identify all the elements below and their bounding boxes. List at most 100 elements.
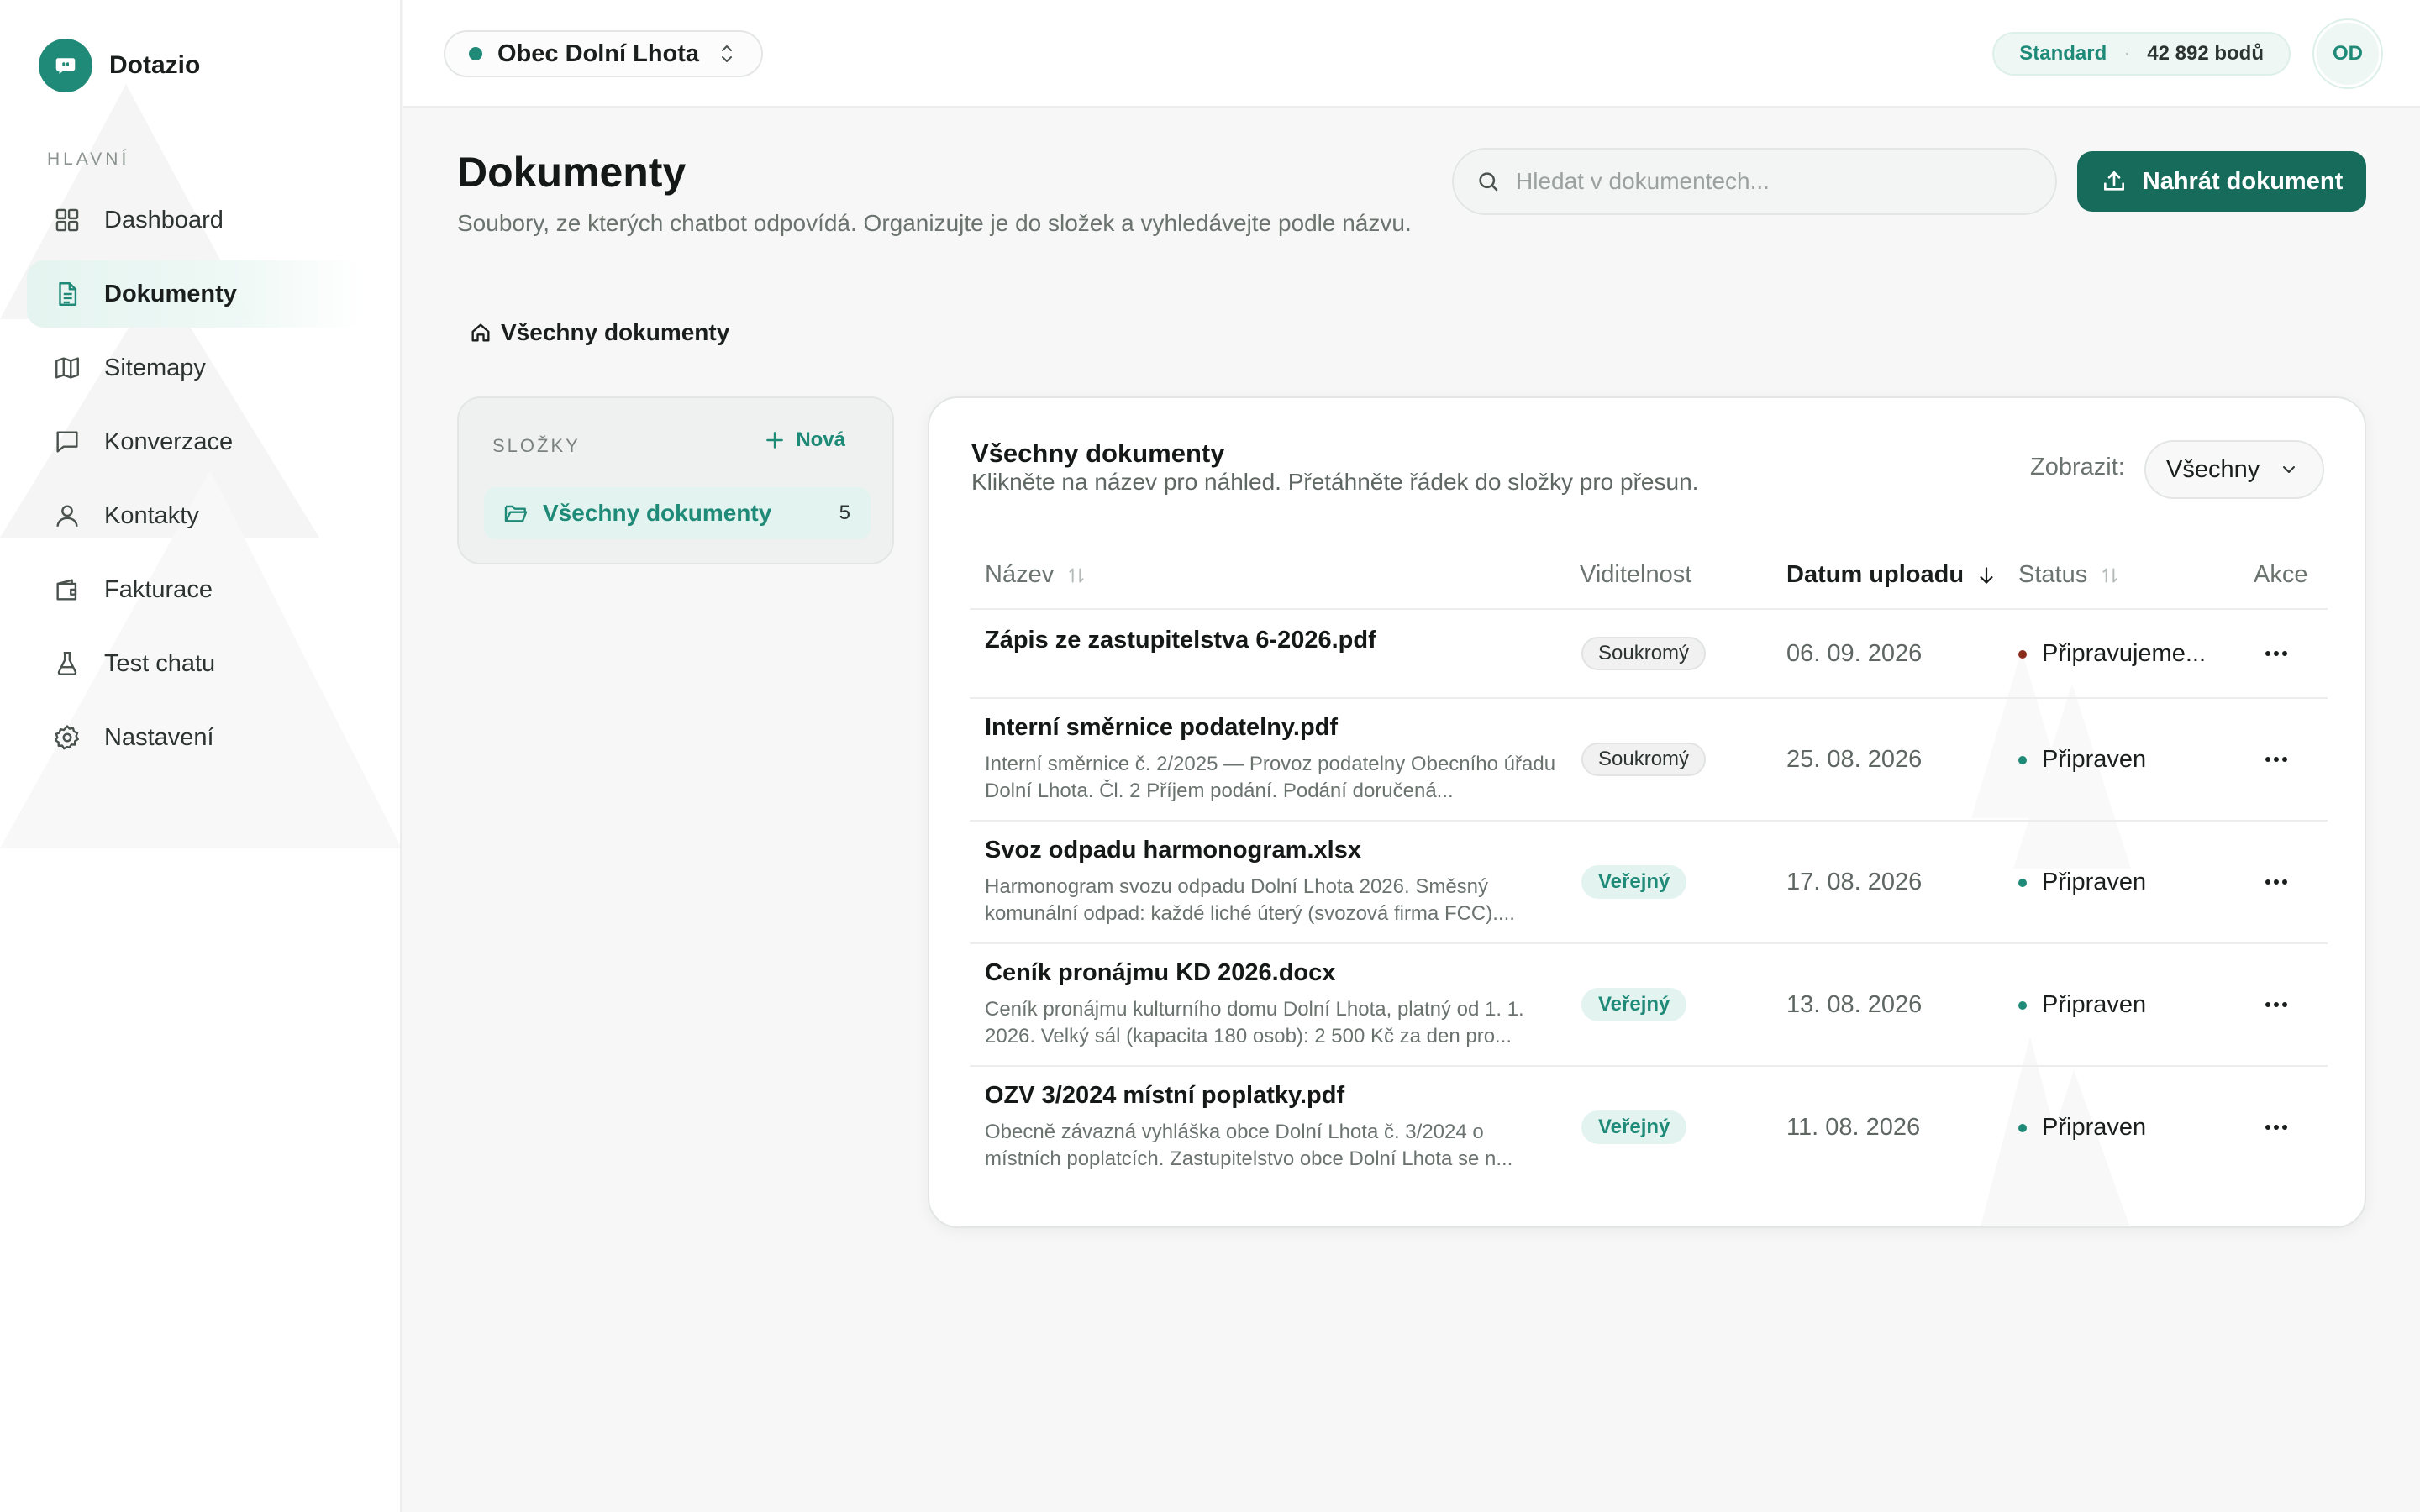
documents-title: Všechny dokumenty (971, 438, 1225, 468)
user-icon (52, 501, 82, 531)
organization-switcher[interactable]: Obec Dolní Lhota (444, 30, 764, 77)
table-row[interactable]: OZV 3/2024 místní poplatky.pdf Obecně zá… (970, 1065, 2328, 1188)
table-row[interactable]: Svoz odpadu harmonogram.xlsx Harmonogram… (970, 820, 2328, 942)
search-icon (1476, 169, 1501, 194)
document-name[interactable]: Interní směrnice podatelny.pdf (985, 714, 1338, 742)
more-actions-button[interactable] (2255, 744, 2297, 774)
avatar[interactable]: OD (2314, 20, 2381, 87)
sidebar-item-label: Sitemapy (104, 354, 206, 381)
visibility-badge: Veřejný (1581, 865, 1687, 899)
organization-status-dot (469, 47, 482, 60)
more-actions-button[interactable] (2255, 990, 2297, 1020)
folder-count: 5 (839, 501, 850, 524)
column-label: Status (2018, 561, 2088, 588)
column-header-visibility: Viditelnost (1580, 561, 1691, 589)
sidebar-item-documents[interactable]: Dokumenty (27, 260, 363, 328)
upload-date: 06. 09. 2026 (1786, 640, 1923, 667)
documents-subtitle: Klikněte na název pro náhled. Přetáhněte… (971, 469, 1699, 495)
table-row[interactable]: Interní směrnice podatelny.pdf Interní s… (970, 697, 2328, 820)
sidebar-item-billing[interactable]: Fakturace (27, 556, 363, 623)
view-filter-select[interactable]: Všechny (2144, 440, 2324, 499)
sidebar-item-contacts[interactable]: Kontakty (27, 482, 363, 549)
sidebar-nav: Dashboard Dokumenty Sitemapy Konverzace … (27, 186, 363, 778)
nav-section-label: HLAVNÍ (47, 150, 130, 169)
document-name[interactable]: OZV 3/2024 místní poplatky.pdf (985, 1082, 1344, 1110)
view-filter-label: Zobrazit: (2030, 454, 2125, 480)
sidebar-item-chat-test[interactable]: Test chatu (27, 630, 363, 697)
column-header-actions: Akce (2254, 561, 2307, 589)
more-horizontal-icon (2265, 651, 2287, 656)
status-dot (2018, 1123, 2027, 1132)
chevron-up-down-icon (718, 43, 736, 65)
status: Připraven (2018, 746, 2146, 774)
sidebar-item-label: Konverzace (104, 428, 234, 455)
sidebar-item-label: Test chatu (104, 649, 216, 677)
status-dot (2018, 1000, 2027, 1010)
document-name[interactable]: Ceník pronájmu KD 2026.docx (985, 959, 1335, 987)
status: Připraven (2018, 991, 2146, 1019)
more-horizontal-icon (2265, 1125, 2287, 1130)
page-subtitle: Soubory, ze kterých chatbot odpovídá. Or… (457, 210, 1412, 236)
more-actions-button[interactable] (2255, 1112, 2297, 1142)
sort-icon (2099, 564, 2121, 586)
column-header-name[interactable]: Název (985, 561, 1087, 589)
upload-date: 17. 08. 2026 (1786, 869, 1923, 895)
search-box (1452, 148, 2057, 215)
status-label: Připraven (2042, 1114, 2147, 1141)
sidebar-item-conversations[interactable]: Konverzace (27, 408, 363, 475)
folders-panel: SLOŽKY Nová Všechny dokumenty 5 (457, 396, 894, 564)
sidebar: Dotazio HLAVNÍ Dashboard Dokumenty Sitem… (0, 0, 402, 1512)
visibility-badge: Veřejný (1581, 988, 1687, 1021)
status: Připraven (2018, 869, 2146, 896)
brand-logo-icon (39, 39, 92, 92)
document-name[interactable]: Svoz odpadu harmonogram.xlsx (985, 837, 1361, 864)
upload-document-button[interactable]: Nahrát dokument (2077, 151, 2366, 212)
column-header-status[interactable]: Status (2018, 561, 2121, 589)
upload-date: 11. 08. 2026 (1786, 1114, 1921, 1141)
sidebar-item-label: Kontakty (104, 501, 199, 529)
more-actions-button[interactable] (2255, 638, 2297, 669)
sidebar-item-settings[interactable]: Nastavení (27, 704, 363, 771)
arrow-down-icon (1975, 564, 1997, 586)
topbar: Obec Dolní Lhota Standard · 42 892 bodů … (403, 0, 2420, 108)
chat-icon (52, 427, 82, 457)
upload-document-label: Nahrát dokument (2142, 167, 2344, 195)
search-input[interactable] (1516, 168, 2020, 195)
table-row[interactable]: Zápis ze zastupitelstva 6-2026.pdf Soukr… (970, 608, 2328, 697)
column-label: Název (985, 561, 1055, 588)
visibility-badge: Veřejný (1581, 1110, 1687, 1144)
visibility-badge: Soukromý (1581, 637, 1707, 670)
brand[interactable]: Dotazio (39, 39, 200, 92)
column-label: Datum uploadu (1786, 561, 1965, 588)
status: Připravujeme... (2018, 640, 2206, 668)
grid-icon (52, 205, 82, 235)
sort-icon (1065, 564, 1087, 586)
table-row[interactable]: Ceník pronájmu KD 2026.docx Ceník pronáj… (970, 942, 2328, 1065)
document-name[interactable]: Zápis ze zastupitelstva 6-2026.pdf (985, 627, 1376, 654)
column-header-date[interactable]: Datum uploadu (1786, 561, 1997, 589)
document-description: Interní směrnice č. 2/2025 — Provoz poda… (985, 753, 1556, 802)
new-folder-button[interactable]: Nová (764, 428, 845, 452)
chevron-down-icon (2279, 459, 2299, 480)
plan-name: Standard (2019, 42, 2107, 65)
breadcrumb-current: Všechny dokumenty (501, 319, 730, 345)
new-folder-label: Nová (796, 428, 845, 451)
documents-table-body: Zápis ze zastupitelstva 6-2026.pdf Soukr… (970, 608, 2328, 1188)
breadcrumb[interactable]: Všechny dokumenty (469, 319, 729, 346)
document-icon (52, 279, 82, 309)
folder-item-all-documents[interactable]: Všechny dokumenty 5 (484, 487, 871, 539)
status: Připraven (2018, 1114, 2146, 1142)
document-description: Obecně závazná vyhláška obce Dolní Lhota… (985, 1121, 1513, 1170)
organization-name: Obec Dolní Lhota (497, 39, 700, 67)
brand-name: Dotazio (109, 51, 201, 79)
sidebar-item-label: Nastavení (104, 723, 214, 751)
plan-badge[interactable]: Standard · 42 892 bodů (1992, 32, 2291, 76)
sidebar-item-dashboard[interactable]: Dashboard (27, 186, 363, 254)
status-label: Připraven (2042, 869, 2147, 895)
sidebar-item-sitemaps[interactable]: Sitemapy (27, 334, 363, 402)
view-filter-value: Všechny (2166, 455, 2260, 483)
page-title: Dokumenty (457, 149, 687, 196)
more-horizontal-icon (2265, 1002, 2287, 1007)
folder-open-icon (502, 500, 529, 527)
more-actions-button[interactable] (2255, 867, 2297, 897)
